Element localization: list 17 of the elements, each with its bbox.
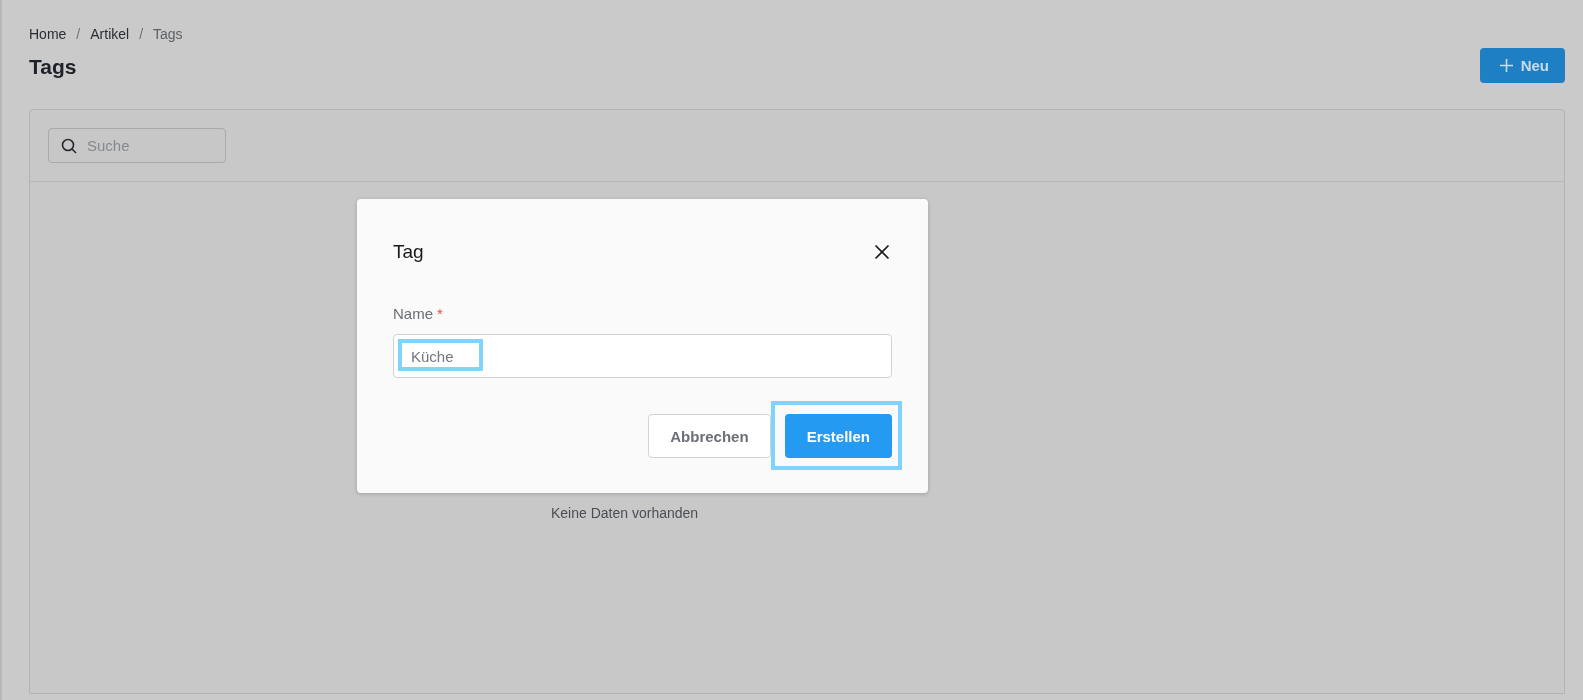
breadcrumb-separator: / [139, 25, 144, 44]
dialog-title: Tag [393, 241, 424, 263]
cancel-button[interactable]: Abbrechen [648, 414, 771, 458]
breadcrumb-link[interactable]: Artikel [90, 24, 130, 44]
field-label: Name [393, 305, 433, 322]
name-field[interactable]: Küche [393, 334, 892, 378]
search-field[interactable]: Suche [48, 128, 226, 163]
new-button[interactable]: Neu [1479, 48, 1565, 83]
required-mark: * [437, 305, 443, 322]
breadcrumb-link[interactable]: Home [29, 24, 67, 44]
create-button[interactable]: Erstellen [784, 414, 892, 458]
empty-message: Keine Daten vorhanden [551, 505, 699, 521]
plus-icon [1499, 59, 1513, 72]
breadcrumb-current[interactable]: Tags [153, 24, 183, 44]
close-icon[interactable] [874, 244, 890, 260]
breadcrumb-separator: / [76, 25, 81, 44]
page-title: Tags [29, 54, 78, 80]
